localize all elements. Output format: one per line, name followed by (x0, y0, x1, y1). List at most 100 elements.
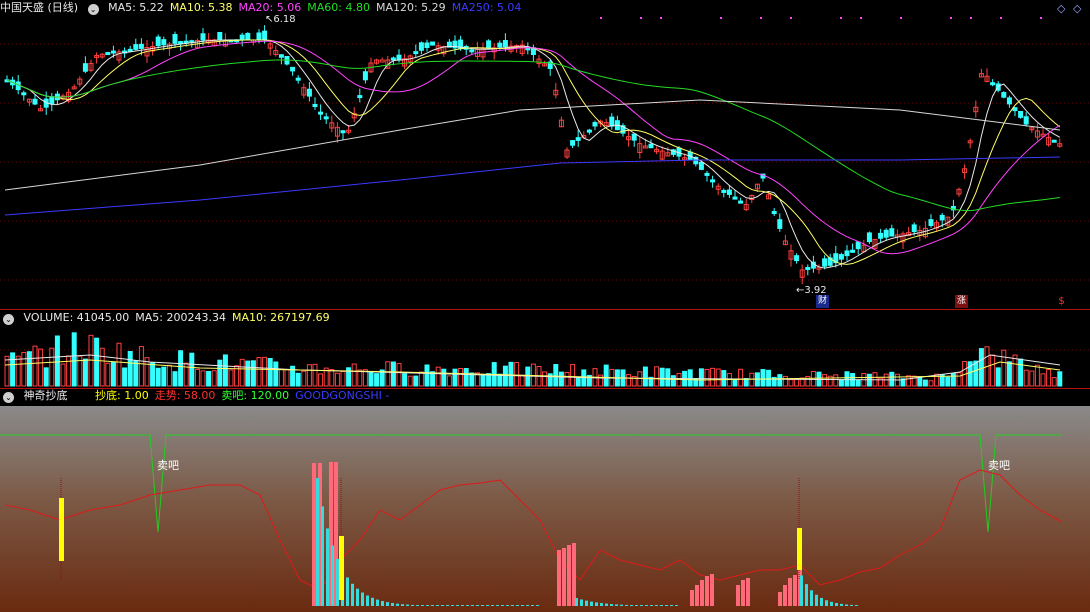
indicator-bar (401, 604, 404, 606)
volume-bar (575, 376, 581, 387)
volume-bar (94, 337, 100, 387)
ma-line-10 (6, 39, 1061, 265)
volume-bar (1057, 371, 1063, 387)
indicator-bar (471, 605, 474, 606)
candle-body (245, 32, 251, 41)
indicator-bar (406, 604, 409, 606)
candle-body (878, 232, 884, 239)
signal-dot (970, 17, 972, 19)
indicator-bar (845, 604, 848, 606)
volume-bar (1012, 354, 1018, 387)
indicator-bar (436, 605, 439, 606)
volume-label: VOLUME: 41045.00 (23, 311, 130, 324)
candle-body (32, 98, 38, 105)
candle-body (721, 189, 727, 193)
indicator-bar (451, 605, 454, 606)
high-price-label: ↖6.18 (265, 14, 296, 25)
volume-bar (687, 369, 693, 387)
signal-dot (1000, 17, 1002, 19)
volume-label: MA5: 200243.34 (135, 311, 226, 324)
indicator-bar (446, 605, 449, 606)
candlestick-series (4, 25, 1063, 285)
candle-body (418, 42, 424, 51)
candle-body (155, 36, 161, 47)
candle-body (127, 48, 133, 52)
volume-bar (228, 369, 234, 387)
event-badge-limit-up[interactable]: 涨 (955, 295, 968, 308)
volume-bar (60, 363, 66, 387)
volume-bar (194, 368, 200, 387)
indicator-bar (516, 605, 519, 606)
sell-signal-label: 卖吧 (157, 459, 179, 472)
volume-bar (122, 367, 128, 387)
volume-bar (413, 375, 419, 387)
volume-bar (66, 355, 72, 387)
event-badge-finance[interactable]: 财 (816, 295, 829, 308)
volume-bar (390, 361, 396, 387)
indicator-bar (705, 576, 709, 606)
volume-bar (385, 361, 391, 387)
volume-bar (665, 368, 671, 387)
indicator-bar (346, 577, 349, 606)
candle-body (928, 219, 934, 227)
candle-body (592, 122, 598, 127)
volume-bar (822, 374, 828, 387)
candle-body (290, 66, 296, 72)
volume-bar (200, 370, 206, 387)
volume-bar (906, 375, 912, 387)
indicator-bar (371, 597, 374, 606)
chevron-down-icon[interactable]: ⌄ (3, 392, 14, 403)
volume-bar (71, 332, 77, 387)
volume-bar (306, 364, 312, 387)
candle-body (838, 254, 844, 260)
indicator-label: 抄底: 1.00 (95, 389, 149, 402)
volume-bar (10, 352, 16, 387)
indicator-bar (501, 605, 504, 606)
indicator-bar (466, 605, 469, 606)
volume-bar (788, 379, 794, 387)
indicator-label: GOODGONGSHI - (295, 389, 390, 402)
event-badge-dividend[interactable]: $ (1055, 295, 1068, 308)
indicator-bar (600, 603, 603, 606)
volume-bar (4, 355, 10, 387)
ma-label: MA60: 4.80 (307, 1, 370, 14)
indicator-bar (675, 605, 678, 606)
candle-body (295, 77, 301, 81)
chevron-down-icon[interactable]: ⌄ (3, 314, 14, 325)
signal-dot (760, 17, 762, 19)
candle-body (312, 103, 318, 107)
volume-bar (889, 371, 895, 387)
indicator-bar (506, 605, 509, 606)
volume-bar (38, 348, 44, 387)
volume-bar (1006, 361, 1012, 387)
signal-dot (640, 17, 642, 19)
volume-bar (351, 363, 357, 387)
indicator-bar (645, 605, 648, 606)
indicator-bar (331, 545, 334, 606)
indicator-bar (625, 604, 628, 606)
indicator-bar (620, 604, 623, 606)
indicator-bar (441, 605, 444, 606)
signal-dot (950, 17, 952, 19)
chevron-down-icon[interactable]: ⌄ (87, 4, 99, 15)
indicator-bar (580, 599, 583, 606)
indicator-bar (788, 578, 792, 606)
volume-bar (564, 371, 570, 387)
diamond-left-icon[interactable]: ◇ (1057, 2, 1065, 15)
volume-bar (267, 357, 273, 387)
indicator-bar (670, 605, 673, 606)
candle-body (805, 266, 811, 270)
indicator-bar (531, 605, 534, 606)
candle-body (586, 129, 592, 133)
indicator-bar (615, 604, 618, 606)
volume-bar (15, 355, 21, 387)
volume-bar (250, 360, 256, 387)
volume-bar (99, 347, 105, 387)
volume-bar (1046, 369, 1052, 387)
indicator-bar (396, 603, 399, 606)
signal-dot (860, 17, 862, 19)
candle-body (262, 30, 268, 41)
diamond-right-icon[interactable]: ◇ (1073, 2, 1081, 15)
volume-bar (973, 360, 979, 387)
indicator-bar (572, 543, 576, 606)
